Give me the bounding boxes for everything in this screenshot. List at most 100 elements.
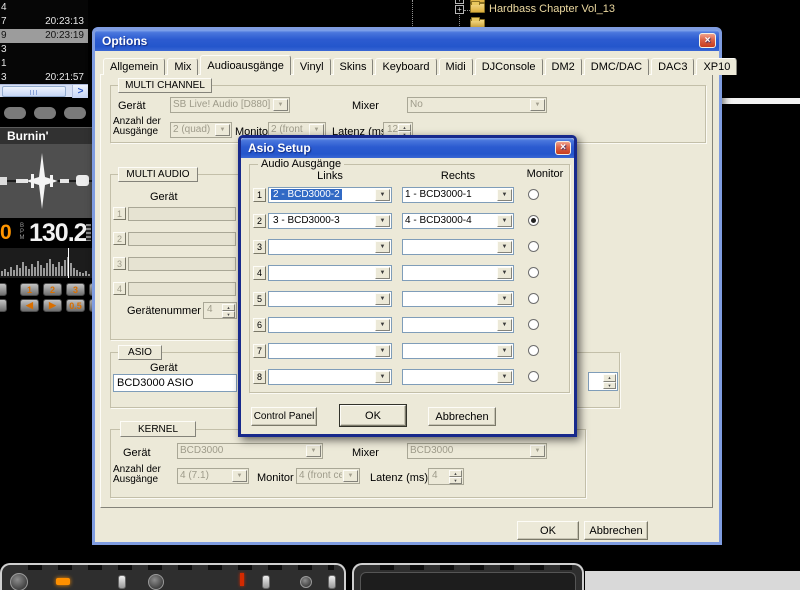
dropdown-arrow-icon[interactable]: ▼: [497, 371, 512, 383]
links-combo-4[interactable]: ▼: [268, 265, 392, 281]
rechts-combo-1[interactable]: 1 - BCD3000-1 ▼: [402, 187, 514, 203]
pitch-bend-up-button[interactable]: ▶: [43, 299, 62, 312]
horizontal-scrollbar[interactable]: >: [0, 84, 88, 97]
monitor-radio-4[interactable]: [528, 267, 539, 278]
tab-keyboard[interactable]: Keyboard: [375, 58, 436, 75]
tree-item-label[interactable]: Hardbass Chapter Vol_13: [489, 3, 615, 15]
rechts-combo-7[interactable]: ▼: [402, 343, 514, 359]
channel-number-button[interactable]: 2: [253, 214, 266, 228]
fader-cap[interactable]: [328, 575, 336, 589]
fader-cap[interactable]: [118, 575, 126, 589]
links-combo-5[interactable]: ▼: [268, 291, 392, 307]
dropdown-arrow-icon[interactable]: ▼: [375, 371, 390, 383]
monitor-radio-6[interactable]: [528, 319, 539, 330]
ok-button[interactable]: OK: [340, 405, 406, 426]
cancel-button[interactable]: Abbrechen: [584, 521, 648, 540]
channel-number-button[interactable]: 7: [253, 344, 266, 358]
channel-number-button[interactable]: 6: [253, 318, 266, 332]
mixer-knob[interactable]: [148, 574, 164, 590]
pitch-bend-down-button[interactable]: ◀: [20, 299, 39, 312]
tab-allgemein[interactable]: Allgemein: [103, 58, 165, 75]
rechts-combo-5[interactable]: ▼: [402, 291, 514, 307]
dropdown-arrow-icon[interactable]: ▼: [497, 267, 512, 279]
channel-number-button[interactable]: 8: [253, 370, 266, 384]
links-combo-8[interactable]: ▼: [268, 369, 392, 385]
asio-title-bar[interactable]: Asio Setup ×: [241, 138, 574, 158]
rechts-combo-4[interactable]: ▼: [402, 265, 514, 281]
dropdown-arrow-icon[interactable]: ▼: [497, 189, 512, 201]
asio-device-field[interactable]: BCD3000 ASIO: [113, 374, 237, 392]
channel-number-button[interactable]: 1: [253, 188, 266, 202]
cancel-button[interactable]: Abbrechen: [428, 407, 496, 426]
rechts-combo-6[interactable]: ▼: [402, 317, 514, 333]
dropdown-arrow-icon[interactable]: ▼: [375, 345, 390, 357]
rechts-combo-3[interactable]: ▼: [402, 239, 514, 255]
tab-dm2[interactable]: DM2: [545, 58, 582, 75]
tab-dmcdac[interactable]: DMC/DAC: [584, 58, 649, 75]
dropdown-arrow-icon[interactable]: ▼: [375, 319, 390, 331]
fader-cap[interactable]: [262, 575, 270, 589]
cue-button-2[interactable]: 2: [43, 283, 62, 296]
rechts-combo-2[interactable]: 4 - BCD3000-4 ▼: [402, 213, 514, 229]
tree-expand-icon[interactable]: +: [455, 0, 464, 4]
dropdown-arrow-icon[interactable]: ▼: [375, 267, 390, 279]
loop-half-button[interactable]: 0.5: [66, 299, 85, 312]
monitor-radio-5[interactable]: [528, 293, 539, 304]
close-icon[interactable]: ×: [699, 33, 716, 48]
deck-button-partial[interactable]: [0, 299, 7, 312]
monitor-radio-3[interactable]: [528, 241, 539, 252]
playlist-row[interactable]: 4: [0, 1, 88, 15]
tab-audioausgaenge[interactable]: Audioausgänge: [200, 55, 290, 75]
tab-xp10[interactable]: XP10: [696, 58, 737, 75]
ok-button[interactable]: OK: [517, 521, 579, 540]
channel-number-button[interactable]: 5: [253, 292, 266, 306]
playlist-row[interactable]: 1: [0, 57, 88, 71]
dropdown-arrow-icon[interactable]: ▼: [375, 189, 390, 201]
tab-midi[interactable]: Midi: [439, 58, 473, 75]
options-title-bar[interactable]: Options ×: [95, 30, 719, 51]
links-combo-2[interactable]: 3 - BCD3000-3 ▼: [268, 213, 392, 229]
playlist-row[interactable]: 920:23:19: [0, 29, 88, 43]
links-combo-3[interactable]: ▼: [268, 239, 392, 255]
close-icon[interactable]: ×: [555, 141, 571, 155]
playlist-row[interactable]: 3: [0, 43, 88, 57]
tab-djconsole[interactable]: DJConsole: [475, 58, 543, 75]
mixer-knob[interactable]: [10, 573, 28, 590]
tab-skins[interactable]: Skins: [333, 58, 374, 75]
monitor-radio-7[interactable]: [528, 345, 539, 356]
monitor-radio-1[interactable]: [528, 189, 539, 200]
links-combo-1[interactable]: 2 - BCD3000-2 ▼: [268, 187, 392, 203]
channel-number-button[interactable]: 4: [253, 266, 266, 280]
tab-dac3[interactable]: DAC3: [651, 58, 694, 75]
links-combo-7[interactable]: ▼: [268, 343, 392, 359]
dropdown-arrow-icon[interactable]: ▼: [497, 345, 512, 357]
spinner-down-icon[interactable]: ▼: [603, 382, 616, 390]
channel-number-button[interactable]: 3: [253, 240, 266, 254]
dropdown-arrow-icon[interactable]: ▼: [497, 319, 512, 331]
dropdown-arrow-icon[interactable]: ▼: [497, 241, 512, 253]
mixer-knob[interactable]: [300, 576, 312, 588]
tree-expand-icon[interactable]: +: [455, 5, 464, 14]
rechts-combo-8[interactable]: ▼: [402, 369, 514, 385]
tab-vinyl[interactable]: Vinyl: [293, 58, 331, 75]
dropdown-arrow-icon[interactable]: ▼: [497, 293, 512, 305]
cue-button-3[interactable]: 3: [66, 283, 85, 296]
cue-button-1[interactable]: 1: [20, 283, 39, 296]
scrollbar-thumb[interactable]: [2, 86, 66, 97]
dropdown-arrow-icon[interactable]: ▼: [375, 215, 390, 227]
asio-latenz-spinner[interactable]: ▲▼: [588, 372, 618, 391]
dropdown-arrow-icon[interactable]: ▼: [375, 241, 390, 253]
playlist-row[interactable]: 720:23:13: [0, 15, 88, 29]
dropdown-arrow-icon[interactable]: ▼: [375, 293, 390, 305]
playlist-row[interactable]: 320:21:57: [0, 71, 88, 85]
mini-waveform[interactable]: [0, 248, 92, 278]
scroll-right-arrow-icon[interactable]: >: [72, 85, 88, 98]
deck-button-partial[interactable]: [0, 283, 7, 296]
monitor-radio-8[interactable]: [528, 371, 539, 382]
monitor-radio-2[interactable]: [528, 215, 539, 226]
links-combo-6[interactable]: ▼: [268, 317, 392, 333]
control-panel-button[interactable]: Control Panel: [251, 407, 317, 426]
dropdown-arrow-icon[interactable]: ▼: [497, 215, 512, 227]
spinner-up-icon[interactable]: ▲: [603, 374, 616, 382]
tab-mix[interactable]: Mix: [167, 58, 198, 75]
